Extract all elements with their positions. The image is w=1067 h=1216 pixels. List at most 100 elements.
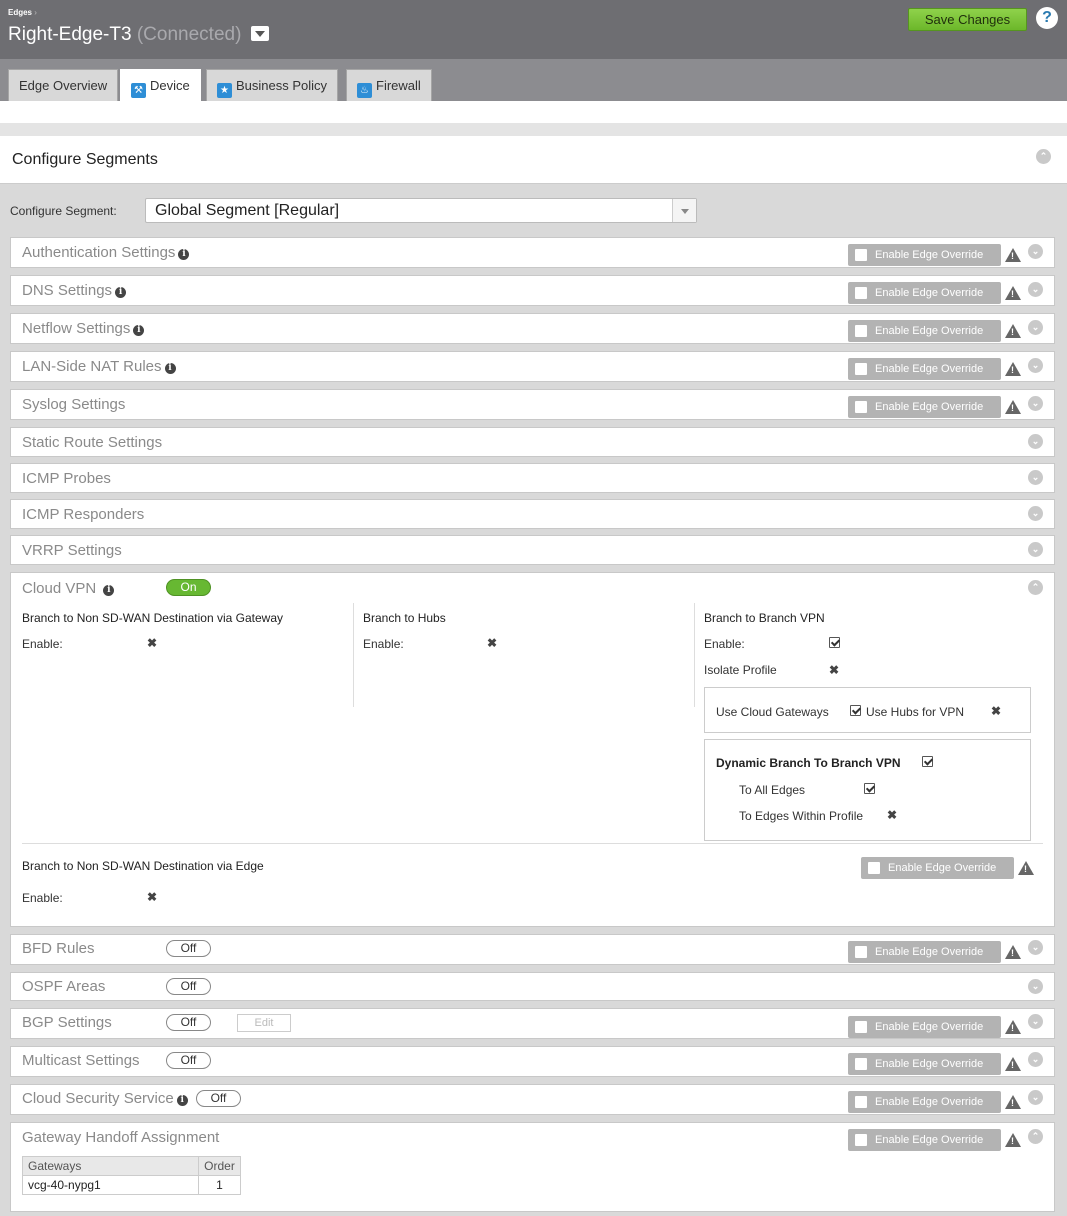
info-icon[interactable]: i bbox=[164, 363, 176, 374]
bfd-toggle[interactable]: Off bbox=[166, 940, 211, 957]
expand-down-icon[interactable]: ⌄ bbox=[1028, 434, 1043, 449]
section-title[interactable]: Static Route Settings bbox=[22, 434, 162, 451]
info-icon[interactable]: i bbox=[176, 1095, 188, 1106]
css-toggle[interactable]: Off bbox=[196, 1090, 241, 1107]
top-bar: Edges › Right-Edge-T3 (Connected) Save C… bbox=[0, 0, 1067, 59]
cross-icon: ✖ bbox=[147, 636, 158, 650]
checkbox-icon[interactable] bbox=[855, 325, 867, 337]
column-header-gateways[interactable]: Gateways bbox=[22, 1156, 199, 1176]
enable-edge-override-button[interactable]: Enable Edge Override bbox=[848, 1016, 1001, 1038]
breadcrumb[interactable]: Edges › bbox=[8, 8, 37, 17]
section-title[interactable]: Cloud Security Service i bbox=[22, 1090, 188, 1107]
info-icon[interactable]: i bbox=[178, 249, 190, 260]
enable-edge-override-button[interactable]: Enable Edge Override bbox=[848, 282, 1001, 304]
enable-edge-override-button[interactable]: Enable Edge Override bbox=[848, 1053, 1001, 1075]
checked-icon bbox=[850, 705, 861, 716]
expand-down-icon[interactable]: ⌄ bbox=[1028, 396, 1043, 411]
checkbox-icon[interactable] bbox=[855, 1096, 867, 1108]
info-icon[interactable]: i bbox=[115, 287, 127, 298]
bgp-toggle[interactable]: Off bbox=[166, 1014, 211, 1031]
panel-authentication-settings: Authentication Settings i Enable Edge Ove… bbox=[10, 237, 1055, 268]
warning-icon: ! bbox=[1005, 400, 1021, 414]
enable-edge-override-button[interactable]: Enable Edge Override bbox=[848, 320, 1001, 342]
expand-down-icon[interactable]: ⌄ bbox=[1028, 1014, 1043, 1029]
checkbox-icon[interactable] bbox=[855, 1058, 867, 1070]
multicast-toggle[interactable]: Off bbox=[166, 1052, 211, 1069]
checkbox-icon[interactable] bbox=[855, 1134, 867, 1146]
section-title[interactable]: OSPF Areas bbox=[22, 978, 105, 995]
tab-business-policy[interactable]: ★ Business Policy bbox=[206, 69, 339, 101]
help-icon[interactable]: ? bbox=[1036, 7, 1058, 29]
enable-edge-override-button[interactable]: Enable Edge Override bbox=[848, 358, 1001, 380]
expand-down-icon[interactable]: ⌄ bbox=[1028, 1090, 1043, 1105]
checkbox-icon[interactable] bbox=[855, 401, 867, 413]
expand-down-icon[interactable]: ⌄ bbox=[1028, 244, 1043, 259]
tab-device[interactable]: ⚒ Device bbox=[120, 69, 201, 101]
override-label: Enable Edge Override bbox=[875, 287, 984, 299]
bgp-edit-button[interactable]: Edit bbox=[237, 1014, 291, 1032]
ospf-toggle[interactable]: Off bbox=[166, 978, 211, 995]
section-title[interactable]: Cloud VPN i bbox=[22, 580, 115, 597]
expand-down-icon[interactable]: ⌄ bbox=[1028, 979, 1043, 994]
expand-down-icon[interactable]: ⌄ bbox=[1028, 542, 1043, 557]
section-divider bbox=[0, 123, 1067, 136]
cloud-vpn-toggle[interactable]: On bbox=[166, 579, 211, 596]
section-label: Netflow Settings bbox=[22, 320, 131, 337]
dynamic-b2b-box: Dynamic Branch To Branch VPN To All Edge… bbox=[704, 739, 1031, 841]
section-title[interactable]: ICMP Probes bbox=[22, 470, 111, 487]
enable-edge-override-button[interactable]: Enable Edge Override bbox=[848, 1129, 1001, 1151]
tab-label: Firewall bbox=[376, 78, 421, 93]
enable-edge-override-button[interactable]: Enable Edge Override bbox=[848, 244, 1001, 266]
section-title[interactable]: LAN-Side NAT Rules i bbox=[22, 358, 176, 375]
tab-edge-overview[interactable]: Edge Overview bbox=[8, 69, 119, 101]
enable-edge-override-button[interactable]: Enable Edge Override bbox=[848, 941, 1001, 963]
checkbox-icon[interactable] bbox=[855, 249, 867, 261]
section-title[interactable]: Gateway Handoff Assignment bbox=[22, 1129, 219, 1146]
expand-down-icon[interactable]: ⌄ bbox=[1028, 1052, 1043, 1067]
checkbox-icon[interactable] bbox=[855, 363, 867, 375]
expand-down-icon[interactable]: ⌄ bbox=[1028, 940, 1043, 955]
override-label: Enable Edge Override bbox=[875, 1134, 984, 1146]
section-title[interactable]: Authentication Settings i bbox=[22, 244, 190, 261]
section-title[interactable]: ICMP Responders bbox=[22, 506, 144, 523]
expand-down-icon[interactable]: ⌄ bbox=[1028, 506, 1043, 521]
section-title[interactable]: Syslog Settings bbox=[22, 396, 125, 413]
save-changes-button[interactable]: Save Changes bbox=[908, 8, 1027, 31]
info-icon[interactable]: i bbox=[103, 585, 115, 596]
panel-icmp-probes: ICMP Probes ⌄ bbox=[10, 463, 1055, 493]
chevron-down-icon[interactable] bbox=[672, 199, 696, 222]
section-title[interactable]: VRRP Settings bbox=[22, 542, 122, 559]
segment-select[interactable]: Global Segment [Regular] bbox=[145, 198, 697, 223]
section-title[interactable]: BGP Settings bbox=[22, 1014, 112, 1031]
collapse-up-icon[interactable]: ⌃ bbox=[1028, 1129, 1043, 1144]
override-label: Enable Edge Override bbox=[888, 862, 997, 874]
enable-edge-override-button[interactable]: Enable Edge Override bbox=[848, 396, 1001, 418]
vpn-b2b-enable-label: Enable: bbox=[704, 637, 745, 651]
breadcrumb-edges[interactable]: Edges bbox=[8, 8, 32, 17]
checkbox-icon[interactable] bbox=[868, 862, 880, 874]
enable-edge-override-button[interactable]: Enable Edge Override bbox=[861, 857, 1014, 879]
enable-edge-override-button[interactable]: Enable Edge Override bbox=[848, 1091, 1001, 1113]
checkbox-icon[interactable] bbox=[855, 946, 867, 958]
checkbox-icon[interactable] bbox=[855, 1021, 867, 1033]
tab-firewall[interactable]: ♨ Firewall bbox=[346, 69, 432, 101]
column-header-order[interactable]: Order bbox=[198, 1156, 241, 1176]
expand-down-icon[interactable]: ⌄ bbox=[1028, 358, 1043, 373]
section-title[interactable]: Netflow Settings i bbox=[22, 320, 145, 337]
info-icon[interactable]: i bbox=[133, 325, 145, 336]
checked-icon bbox=[829, 637, 840, 648]
section-title[interactable]: BFD Rules bbox=[22, 940, 95, 957]
table-row[interactable]: vcg-40-nypg1 1 bbox=[22, 1175, 241, 1195]
expand-down-icon[interactable]: ⌄ bbox=[1028, 282, 1043, 297]
expand-down-icon[interactable]: ⌄ bbox=[1028, 470, 1043, 485]
edge-status: (Connected) bbox=[136, 24, 242, 45]
tab-label: Device bbox=[150, 78, 190, 93]
checkbox-icon[interactable] bbox=[855, 287, 867, 299]
expand-down-icon[interactable]: ⌄ bbox=[1028, 320, 1043, 335]
section-title[interactable]: Multicast Settings bbox=[22, 1052, 140, 1069]
collapse-up-icon[interactable]: ⌃ bbox=[1028, 580, 1043, 595]
section-title[interactable]: DNS Settings i bbox=[22, 282, 127, 299]
edge-dropdown-icon[interactable] bbox=[250, 26, 269, 41]
collapse-up-icon[interactable]: ⌃ bbox=[1036, 149, 1051, 164]
checked-icon bbox=[922, 756, 933, 767]
